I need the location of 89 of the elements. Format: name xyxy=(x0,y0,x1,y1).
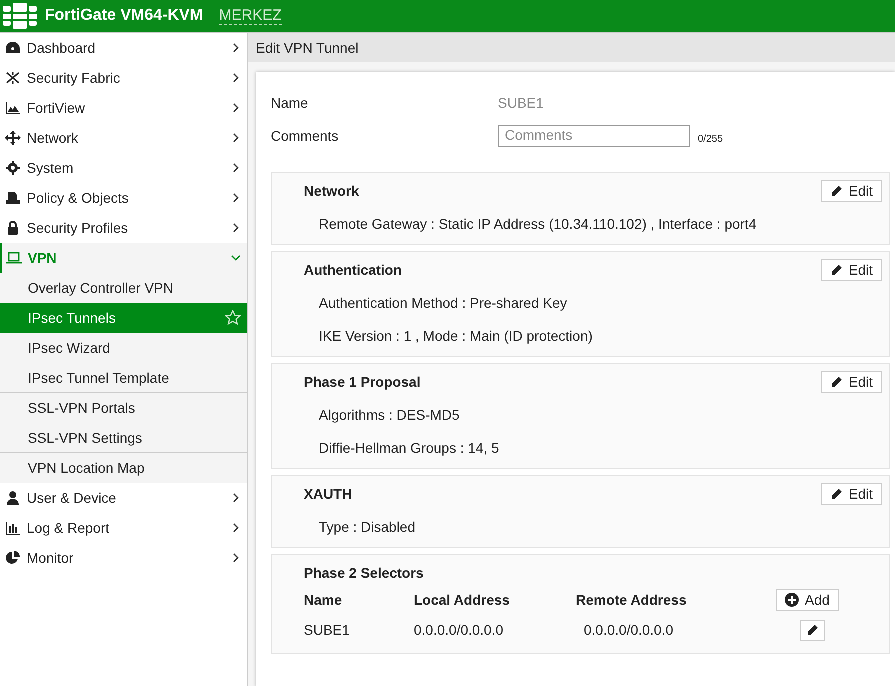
hostname-link[interactable]: MERKEZ xyxy=(219,7,282,25)
character-count: 0/255 xyxy=(698,134,724,145)
product-name: FortiGate VM64-KVM xyxy=(45,7,204,25)
section-detail: IKE Version : 1 , Mode : Main (ID protection) xyxy=(318,327,594,346)
nav-item[interactable]: Log & Report xyxy=(0,513,247,543)
table-cell-text: 0.0.0.0/0.0.0.0 xyxy=(583,622,675,638)
edit-button[interactable]: Edit xyxy=(820,371,882,393)
section-title: XAUTH xyxy=(304,486,352,502)
chevron-right-icon xyxy=(231,103,241,113)
name-value: SUBE1 xyxy=(498,94,544,110)
edit-button[interactable]: Edit xyxy=(820,180,882,202)
nav-item[interactable]: Security Profiles xyxy=(0,213,247,243)
nav-subitem[interactable]: IPsec Tunnel Template xyxy=(0,363,247,393)
nav-label: User & Device xyxy=(27,490,118,506)
nav-item[interactable]: Security Fabric xyxy=(0,63,247,93)
laptop-icon xyxy=(6,251,22,265)
section-detail: Remote Gateway : Static IP Address (10.34.110.102) , Interface : port4 xyxy=(318,215,758,234)
plus-circle-icon xyxy=(785,593,799,607)
nav-item[interactable]: Monitor xyxy=(0,543,247,573)
comments-field[interactable]: Comments xyxy=(498,124,690,146)
section-title: Authentication xyxy=(304,262,402,278)
user-icon xyxy=(5,491,21,505)
column-header: Name xyxy=(304,592,344,608)
chevron-right-icon xyxy=(231,43,241,53)
column-header: Local Address xyxy=(414,592,511,608)
chevron-right-icon xyxy=(231,73,241,83)
nav-label: Monitor xyxy=(27,550,75,566)
nav-label: FortiView xyxy=(27,100,86,116)
chevron-right-icon xyxy=(231,493,241,503)
chevron-right-icon xyxy=(231,223,241,233)
pencil-icon xyxy=(830,488,843,500)
nav-label: Security Fabric xyxy=(27,70,122,86)
nav-subitem[interactable]: SSL-VPN Settings xyxy=(0,423,247,453)
move-arrows-icon xyxy=(5,131,21,145)
nav-item[interactable]: VPN xyxy=(0,243,247,273)
section-detail: Diffie-Hellman Groups : 14, 5 xyxy=(318,439,500,458)
pencil-icon xyxy=(830,184,843,198)
nav-label: Log & Report xyxy=(27,520,110,536)
bar-chart-icon xyxy=(5,521,21,535)
chevron-right-icon xyxy=(231,163,241,173)
nav-label: Dashboard xyxy=(27,40,96,56)
edit-button[interactable]: Edit xyxy=(820,259,882,281)
nav-item[interactable]: Policy & Objects xyxy=(0,183,247,213)
star-icon[interactable] xyxy=(225,310,241,326)
section-title: Phase 2 Selectors xyxy=(304,565,424,581)
table-cell-text: SUBE1 xyxy=(304,622,351,638)
edit-button[interactable]: Edit xyxy=(820,483,882,505)
dashboard-icon xyxy=(5,41,21,55)
nav-subitem[interactable]: Overlay Controller VPN xyxy=(0,273,247,303)
nav-item[interactable]: Network xyxy=(0,123,247,153)
nav-item[interactable]: FortiView xyxy=(0,93,247,123)
area-chart-icon xyxy=(5,101,21,115)
nav-label: Policy & Objects xyxy=(27,190,130,206)
table-cell-text: 0.0.0.0/0.0.0.0 xyxy=(414,622,505,638)
logo-icon xyxy=(3,3,37,29)
lock-icon xyxy=(5,221,21,235)
page-title: Edit VPN Tunnel xyxy=(256,40,359,56)
fabric-icon xyxy=(5,71,21,85)
section-detail: Type : Disabled xyxy=(318,518,416,537)
chevron-right-icon xyxy=(231,553,241,563)
chevron-right-icon xyxy=(231,133,241,143)
nav-subitem[interactable]: IPsec Wizard xyxy=(0,333,247,363)
section-title: Network xyxy=(304,183,360,199)
nav-label: Network xyxy=(27,130,80,146)
section-detail: Algorithms : DES-MD5 xyxy=(318,406,461,425)
settings-icon xyxy=(5,161,21,175)
edit-button[interactable] xyxy=(800,620,825,640)
pencil-icon xyxy=(806,624,819,636)
nav-label: VPN xyxy=(28,250,58,266)
nav-subitem[interactable]: VPN Location Map xyxy=(0,453,247,483)
field-label: Comments xyxy=(271,128,340,144)
nav-item[interactable]: System xyxy=(0,153,247,183)
field-label: Name xyxy=(271,94,310,110)
add-button[interactable]: Add xyxy=(776,589,839,611)
nav-item[interactable]: User & Device xyxy=(0,483,247,513)
section-detail: Authentication Method : Pre-shared Key xyxy=(318,294,568,313)
chevron-down-icon xyxy=(231,253,241,263)
column-header: Remote Address xyxy=(576,592,688,608)
nav-label: Security Profiles xyxy=(27,220,130,236)
nav-label: System xyxy=(27,160,75,176)
section-title: Phase 1 Proposal xyxy=(304,374,421,390)
chevron-right-icon xyxy=(231,523,241,533)
nav-subitem[interactable]: SSL-VPN Portals xyxy=(0,393,247,423)
chevron-right-icon xyxy=(231,193,241,203)
pencil-icon xyxy=(830,376,843,388)
nav-subitem[interactable]: IPsec Tunnels xyxy=(0,303,247,333)
nav-item[interactable]: Dashboard xyxy=(0,33,247,63)
pencil-icon xyxy=(830,264,843,276)
pie-chart-icon xyxy=(5,551,21,565)
